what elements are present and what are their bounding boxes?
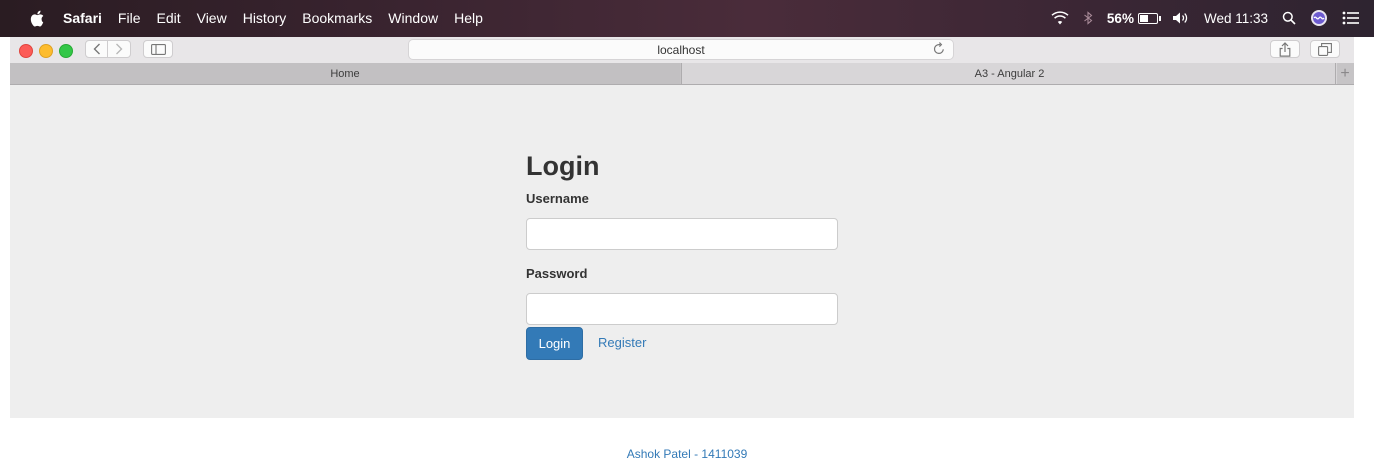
share-icon: [1279, 41, 1291, 57]
tab-label: Home: [330, 67, 360, 80]
login-button[interactable]: Login: [526, 327, 583, 360]
sidebar-toggle-button[interactable]: [143, 40, 173, 58]
zoom-window-button[interactable]: [59, 44, 73, 58]
forward-button[interactable]: [108, 40, 131, 58]
close-window-button[interactable]: [19, 44, 33, 58]
wifi-icon[interactable]: [1051, 11, 1069, 25]
bluetooth-icon[interactable]: [1083, 11, 1093, 25]
url-text: localhost: [657, 43, 705, 57]
address-bar[interactable]: localhost: [408, 39, 954, 60]
reload-icon[interactable]: [933, 42, 945, 58]
page-content: Login Username Password Login Register: [10, 85, 1354, 418]
menu-view[interactable]: View: [197, 10, 227, 26]
password-label: Password: [526, 266, 588, 281]
battery-percent: 56%: [1106, 10, 1134, 26]
plus-icon: +: [1340, 64, 1350, 82]
clock[interactable]: Wed 11:33: [1204, 11, 1268, 26]
username-label: Username: [526, 191, 589, 206]
menu-help[interactable]: Help: [454, 10, 483, 26]
show-all-tabs-button[interactable]: [1310, 40, 1340, 58]
spotlight-search-icon[interactable]: [1282, 11, 1296, 25]
page-title: Login: [526, 151, 600, 181]
tabs-overview-icon: [1318, 42, 1332, 56]
login-form: Login Username Password Login Register: [526, 147, 838, 360]
menu-edit[interactable]: Edit: [156, 10, 180, 26]
tab-bar: Home A3 - Angular 2 +: [10, 63, 1354, 85]
password-input[interactable]: [526, 293, 838, 325]
chevron-left-icon: [93, 43, 100, 55]
chevron-right-icon: [116, 43, 123, 55]
menu-history[interactable]: History: [243, 10, 287, 26]
menu-file[interactable]: File: [118, 10, 141, 26]
minimize-window-button[interactable]: [39, 44, 53, 58]
battery-status[interactable]: 56%: [1106, 10, 1161, 26]
menu-bookmarks[interactable]: Bookmarks: [302, 10, 372, 26]
tab-home[interactable]: Home: [10, 63, 680, 84]
new-tab-button[interactable]: +: [1335, 63, 1354, 84]
apple-menu-icon[interactable]: [30, 9, 46, 27]
back-button[interactable]: [85, 40, 108, 58]
volume-icon[interactable]: [1172, 11, 1190, 25]
sidebar-icon: [150, 43, 166, 55]
footer-text: Ashok Patel - 1411039: [626, 447, 748, 461]
menu-window[interactable]: Window: [388, 10, 438, 26]
username-input[interactable]: [526, 218, 838, 250]
register-link[interactable]: Register: [598, 335, 646, 350]
siri-icon[interactable]: [1310, 9, 1328, 27]
app-menu-safari[interactable]: Safari: [63, 10, 102, 26]
tab-label: A3 - Angular 2: [974, 67, 1045, 80]
notification-center-icon[interactable]: [1342, 11, 1360, 25]
battery-icon: [1137, 12, 1161, 24]
browser-toolbar: localhost: [10, 37, 1354, 64]
tab-a3-angular-2[interactable]: A3 - Angular 2: [681, 63, 1337, 84]
share-button[interactable]: [1270, 40, 1300, 58]
menu-bar: Safari File Edit View History Bookmarks …: [0, 0, 1374, 37]
